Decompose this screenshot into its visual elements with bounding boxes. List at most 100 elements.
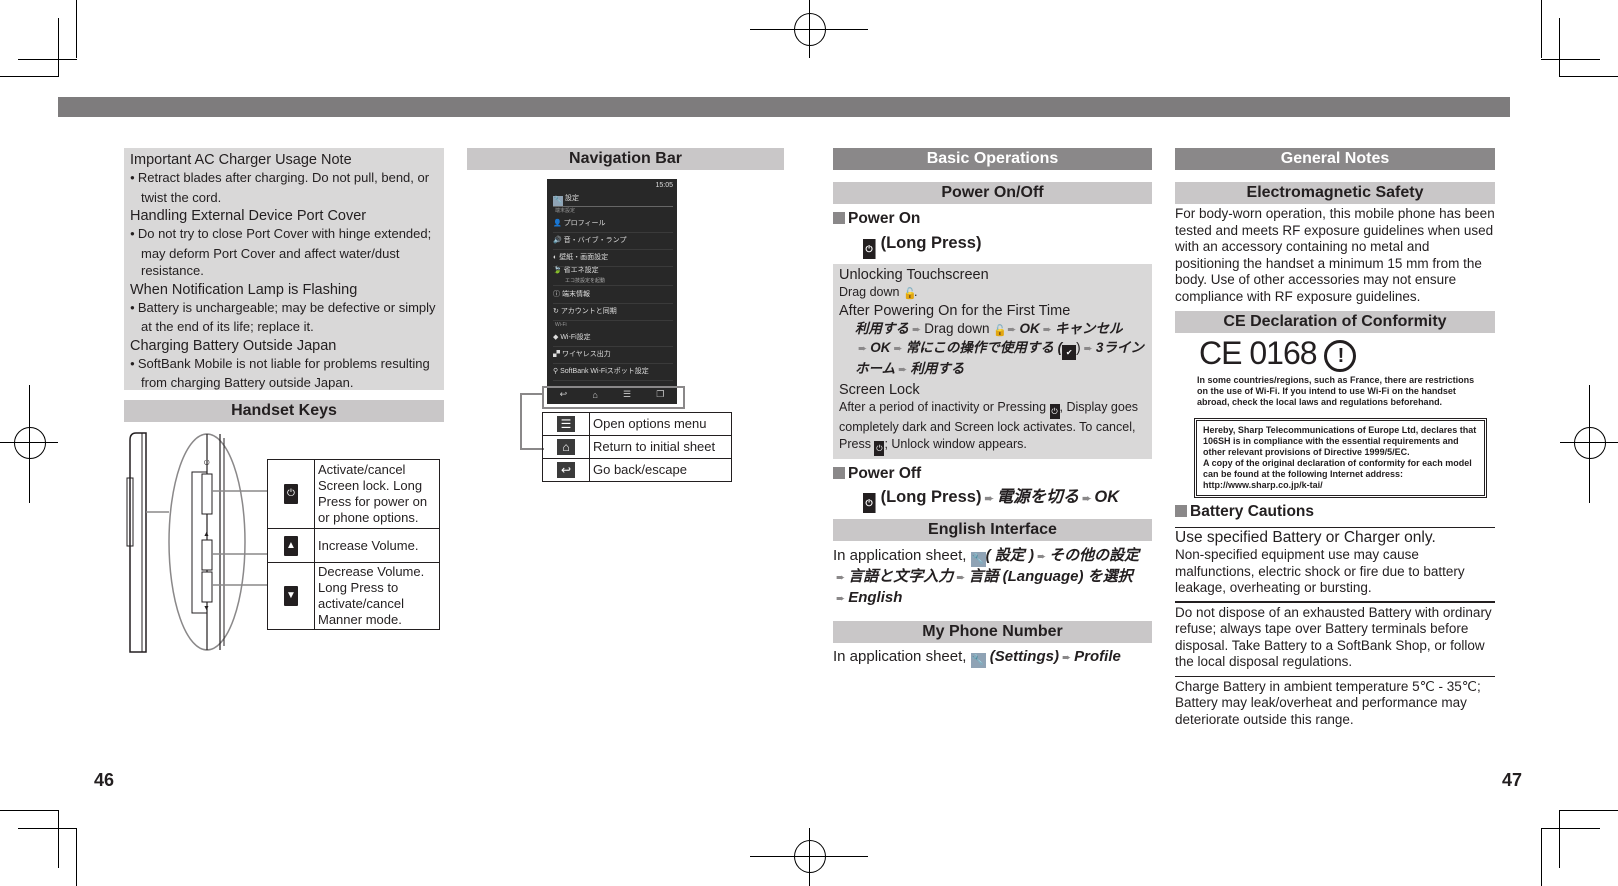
page-top-bar bbox=[58, 97, 1510, 117]
phone-screenshot: 15:05 🔧 設定 端末設定 👤 プロフィール 🔊 音・バイブ・ランプ ◐ 壁… bbox=[547, 179, 677, 404]
first-time-title: After Powering On for the First Time bbox=[839, 302, 1071, 319]
tool-icon: 🔧 bbox=[553, 196, 563, 206]
power-icon: ⏻ bbox=[863, 239, 876, 259]
nav-bar-highlight bbox=[542, 386, 685, 409]
square-bullet-icon bbox=[833, 212, 845, 224]
declaration-box: Hereby, Sharp Telecommunications of Euro… bbox=[1194, 418, 1487, 498]
note-bullet: Battery is unchargeable; may be defectiv… bbox=[130, 299, 438, 336]
settings-tool-icon: 🔧 bbox=[970, 552, 986, 567]
list-item: ⓘ 端末情報 bbox=[553, 286, 673, 304]
handset-keys-heading: Handset Keys bbox=[124, 400, 444, 422]
basic-operations-column: Basic Operations Power On/Off Power On ⏻… bbox=[833, 148, 1152, 668]
checkbox-icon: ✔ bbox=[1062, 344, 1077, 360]
svg-text:▲: ▲ bbox=[203, 531, 210, 538]
note-title: Handling External Device Port Cover bbox=[130, 208, 367, 224]
arrow-icon: ➨ bbox=[898, 363, 908, 376]
battery-caution-title: Use specified Battery or Charger only. bbox=[1175, 529, 1436, 546]
power-on-action: ⏻ (Long Press) bbox=[863, 232, 1152, 259]
arrow-icon: ➨ bbox=[1082, 493, 1092, 505]
em-safety-heading: Electromagnetic Safety bbox=[1175, 182, 1495, 204]
arrow-icon: ➨ bbox=[1036, 551, 1047, 563]
arrow-icon: ➨ bbox=[836, 593, 846, 605]
charger-notes-box: Important AC Charger Usage Note Retract … bbox=[124, 148, 444, 390]
declaration-text: Hereby, Sharp Telecommunications of Euro… bbox=[1203, 425, 1477, 457]
arrow-icon: ➨ bbox=[836, 572, 846, 584]
english-interface-heading: English Interface bbox=[833, 519, 1152, 541]
alert-icon: ! bbox=[1324, 340, 1357, 372]
battery-caution-text: Charge Battery in ambient temperature 5℃… bbox=[1175, 678, 1481, 727]
key-description: Return to initial sheet bbox=[589, 435, 732, 459]
handset-keys-table: ⏻ Activate/cancel Screen lock. Long Pres… bbox=[267, 459, 440, 630]
page-number-right: 47 bbox=[1502, 770, 1523, 790]
power-icon: ⏻ bbox=[863, 493, 876, 513]
home-icon: ⌂ bbox=[557, 439, 575, 455]
status-time: 15:05 bbox=[655, 182, 673, 189]
svg-text:▼: ▼ bbox=[203, 605, 210, 612]
table-row: ↩ Go back/escape bbox=[542, 458, 732, 482]
menu-icon: ☰ bbox=[557, 416, 575, 432]
section-label: Wi-Fi bbox=[555, 322, 567, 328]
screen-lock-text: After a period of inactivity or Pressing… bbox=[839, 399, 1146, 456]
arrow-icon: ➨ bbox=[984, 493, 994, 505]
battery-caution-item: Use specified Battery or Charger only. N… bbox=[1175, 527, 1495, 597]
list-item: ◆ Wi-Fi設定 bbox=[553, 329, 673, 347]
first-time-steps: 利用する ➨ Drag down 🔓➨ OK ➨ キャンセル➨ OK ➨ 常にこの操作で使用する… bbox=[855, 320, 1144, 376]
list-item: 🍃 省エネ設定 エコ技設定を起動 bbox=[553, 266, 673, 286]
list-item: 🔊 音・バイブ・ランプ bbox=[553, 232, 673, 250]
battery-caution-item: Charge Battery in ambient temperature 5℃… bbox=[1175, 675, 1495, 729]
declaration-url: http://www.sharp.co.jp/k-tai/ bbox=[1203, 480, 1323, 490]
my-phone-number-heading: My Phone Number bbox=[833, 621, 1152, 643]
settings-tool-icon: 🔧 bbox=[970, 653, 986, 668]
table-row: ⏻ Activate/cancel Screen lock. Long Pres… bbox=[267, 459, 440, 529]
general-notes-heading: General Notes bbox=[1175, 148, 1495, 170]
arrow-icon: ➨ bbox=[1042, 323, 1052, 336]
declaration-text: A copy of the original declaration of co… bbox=[1203, 458, 1472, 479]
volume-up-icon: ▲ bbox=[284, 535, 298, 556]
square-bullet-icon bbox=[833, 467, 845, 479]
svg-text:⏻: ⏻ bbox=[204, 459, 210, 467]
unlock-title: Unlocking Touchscreen bbox=[839, 267, 989, 283]
square-bullet-icon bbox=[1175, 505, 1187, 517]
ce-heading: CE Declaration of Conformity bbox=[1175, 311, 1495, 333]
key-description: Activate/cancel Screen lock. Long Press … bbox=[314, 459, 440, 529]
section-label: 端末設定 bbox=[555, 208, 576, 214]
my-phone-number-steps: In application sheet, 🔧 (Settings) ➨ Profi… bbox=[833, 648, 1121, 668]
key-description: Open options menu bbox=[589, 412, 732, 436]
arrow-icon: ➨ bbox=[858, 342, 868, 355]
power-icon: ⏻ bbox=[1049, 403, 1060, 419]
general-notes-column: General Notes Electromagnetic Safety For… bbox=[1175, 148, 1495, 728]
note-bullet: Do not try to close Port Cover with hing… bbox=[130, 225, 438, 280]
list-item: 👤 プロフィール bbox=[553, 215, 673, 233]
arrow-icon: ➨ bbox=[1061, 652, 1072, 664]
screen-lock-title: Screen Lock bbox=[839, 381, 920, 398]
power-on-off-heading: Power On/Off bbox=[833, 182, 1152, 204]
page-number-left: 46 bbox=[94, 770, 115, 790]
table-row: ▼ Decrease Volume. Long Press to activat… bbox=[267, 562, 440, 630]
key-description: Go back/escape bbox=[589, 458, 732, 482]
navigation-bar-heading: Navigation Bar bbox=[467, 148, 784, 170]
key-description: Decrease Volume. Long Press to activate/… bbox=[314, 562, 440, 630]
table-row: ☰ Open options menu bbox=[542, 412, 732, 436]
basic-operations-heading: Basic Operations bbox=[833, 148, 1152, 170]
settings-title: 🔧 設定 bbox=[553, 191, 673, 207]
handset-side-illustration: ⏻ ▲ ▼ bbox=[126, 432, 267, 653]
navigation-keys-table: ☰ Open options menu ⌂ Return to initial … bbox=[542, 412, 732, 482]
table-row: ⌂ Return to initial sheet bbox=[542, 435, 732, 459]
key-description: Increase Volume. bbox=[314, 528, 440, 563]
battery-caution-item: Do not dispose of an exhausted Battery w… bbox=[1175, 600, 1495, 671]
arrow-icon: ➨ bbox=[1007, 323, 1017, 336]
back-icon: ↩ bbox=[557, 462, 575, 478]
battery-caution-text: Do not dispose of an exhausted Battery w… bbox=[1175, 604, 1492, 670]
table-row: ▲ Increase Volume. bbox=[267, 528, 440, 563]
note-bullet: Retract blades after charging. Do not pu… bbox=[130, 169, 438, 206]
power-icon: ⏻ bbox=[284, 484, 298, 504]
list-item: ◐ 壁紙・画面設定 bbox=[553, 249, 673, 267]
note-title: When Notification Lamp is Flashing bbox=[130, 281, 358, 298]
english-interface-steps: In application sheet, 🔧( 設定 ) ➨ その他の設定➨ 言語と… bbox=[833, 547, 1140, 606]
arrow-icon: ➨ bbox=[956, 572, 966, 584]
em-safety-text: For body-worn operation, this mobile pho… bbox=[1175, 206, 1495, 304]
unlock-icon: 🔓 bbox=[993, 324, 1007, 337]
volume-down-icon: ▼ bbox=[284, 586, 298, 606]
ce-mark: CE 0168 ! bbox=[1199, 337, 1495, 372]
note-title: Important AC Charger Usage Note bbox=[130, 152, 352, 168]
